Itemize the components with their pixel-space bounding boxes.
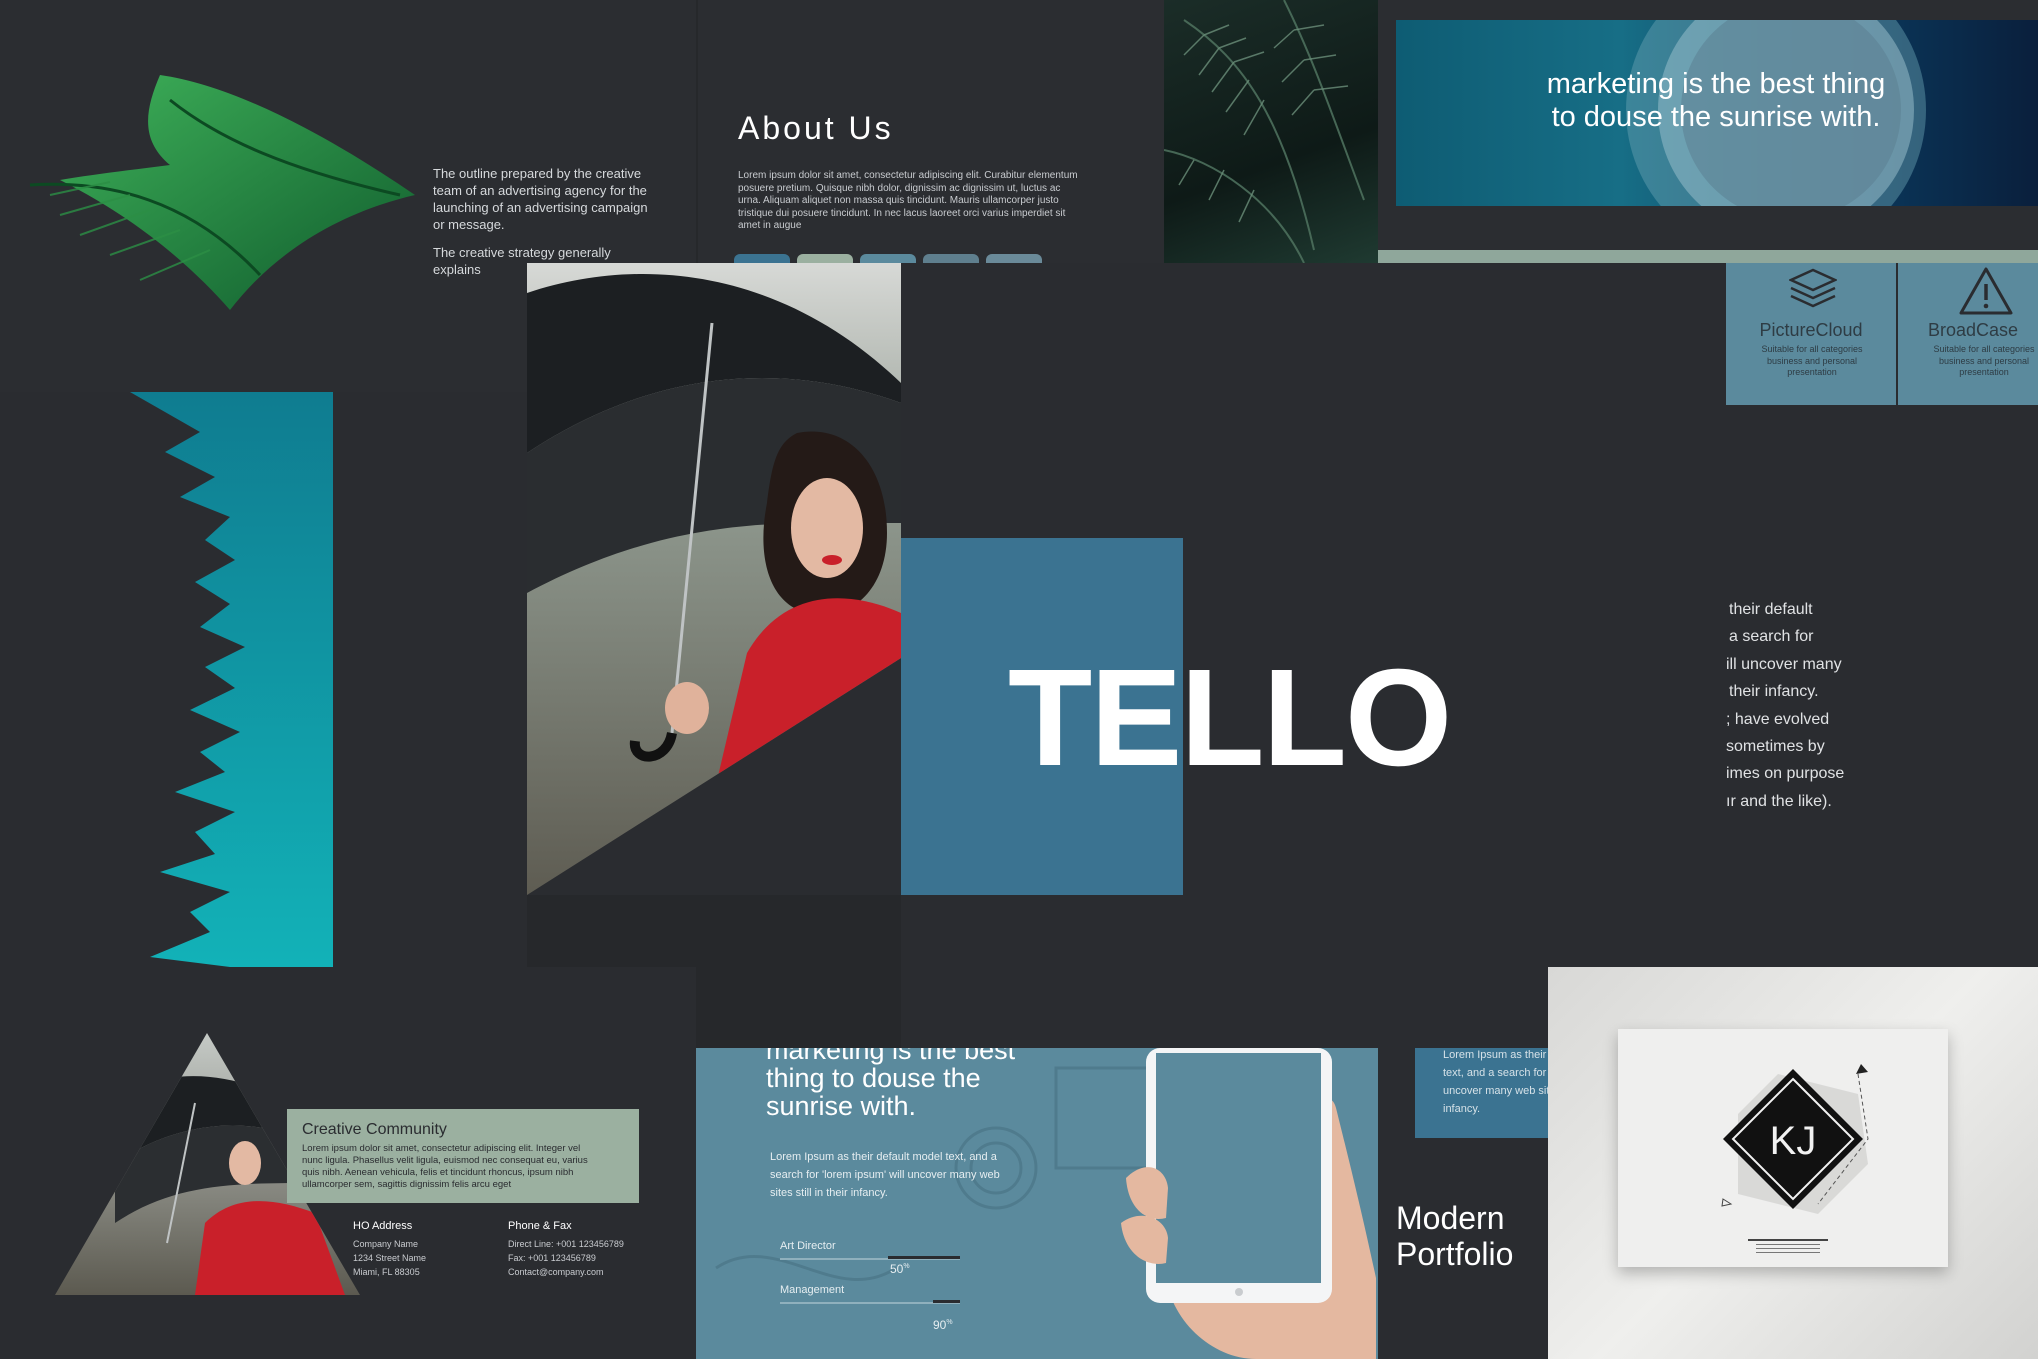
right-line-1: their default — [1729, 601, 1813, 618]
skill-row-art-director: Art Director 50% — [780, 1240, 1000, 1276]
right-paragraph: their default a search for ill uncover m… — [1726, 596, 2026, 815]
woman-with-umbrella-image — [527, 263, 901, 895]
monogram-text: KJ — [1770, 1119, 1817, 1163]
right-line-3: ill uncover many — [1726, 655, 1842, 673]
skills-body: Lorem Ipsum as their default model text,… — [770, 1151, 1000, 1199]
logo-card-caption-lines — [1748, 1239, 1828, 1253]
teal-brush-slide — [0, 392, 527, 967]
feature-title-broadcase: BroadCase — [1928, 320, 2019, 340]
skill-label-art-director: Art Director — [780, 1240, 836, 1252]
phone-title: Phone & Fax — [508, 1220, 572, 1232]
skill-value-art-director: 50% — [890, 1262, 910, 1276]
feature-desc-picturecloud: Suitable for all categories business and… — [1761, 344, 1863, 377]
caption-line-2 — [1756, 1244, 1820, 1245]
skill-row-management: Management 90% — [780, 1284, 1000, 1332]
about-us-body: Lorem ipsum dolor sit amet, consectetur … — [738, 170, 1078, 231]
swatch-2 — [797, 254, 853, 263]
title-slide: TELLO — [901, 263, 1726, 1048]
fern-leaves-image — [1164, 0, 1365, 263]
skill-value-unit: % — [946, 1319, 953, 1326]
about-us-slide: About Us Lorem ipsum dolor sit amet, con… — [698, 0, 1164, 263]
logo-card-slide: KJ — [1548, 967, 2038, 1359]
skill-fill-management — [933, 1300, 960, 1303]
right-line-8: ır and the like). — [1726, 792, 1832, 810]
address-line-2: 1234 Street Name — [353, 1253, 427, 1263]
phone-lines: Direct Line: +001 123456789 Fax: +001 12… — [508, 1237, 624, 1279]
right-text-slide: PictureCloud Suitable for all categories… — [1726, 263, 2038, 967]
feature-title-picturecloud: PictureCloud — [1759, 320, 1863, 340]
leaf-brush-image — [29, 75, 415, 310]
portfolio-title-line-2: Portfolio — [1396, 1236, 1514, 1272]
hand-holding-phone-image — [1121, 1048, 1376, 1359]
fern-photo — [1164, 0, 1378, 263]
community-card: Creative Community Lorem ipsum dolor sit… — [287, 1109, 639, 1203]
skill-value-number: 90 — [933, 1318, 947, 1332]
skill-label-management: Management — [780, 1284, 845, 1296]
speaker-banner: marketing is the best thing to douse the… — [1396, 20, 2038, 206]
skill-value-unit: % — [903, 1263, 910, 1270]
portfolio-title-line-1: Modern — [1396, 1200, 1505, 1236]
address-line-1: Company Name — [353, 1239, 419, 1249]
leaf-slide-paragraph-1: The outline prepared by the creative tea… — [433, 166, 648, 232]
banner-slide: marketing is the best thing to douse the… — [1378, 0, 2038, 263]
caption-line-1 — [1748, 1239, 1828, 1241]
address-title: HO Address — [353, 1220, 413, 1232]
skills-quote-top: marketing is the best — [766, 1048, 1016, 1065]
banner-quote: marketing is the best thing to douse the… — [1546, 68, 1886, 133]
skill-fill-art-director — [888, 1256, 960, 1259]
skill-value-management: 90% — [933, 1318, 953, 1332]
right-line-5: ; have evolved — [1726, 710, 1830, 728]
logo-card: KJ — [1618, 1029, 1948, 1267]
right-line-4: their infancy. — [1729, 683, 1819, 701]
caption-line-3 — [1756, 1248, 1820, 1249]
kj-monogram-logo: KJ — [1721, 1064, 1869, 1214]
swatch-5 — [986, 254, 1042, 263]
phone-line-2: Fax: +001 123456789 — [508, 1253, 596, 1263]
address-line-3: Miami, FL 88305 — [353, 1267, 420, 1277]
phone-line-3: Contact@company.com — [508, 1267, 604, 1277]
phone-line-1: Direct Line: +001 123456789 — [508, 1239, 624, 1249]
caption-line-4 — [1756, 1252, 1820, 1253]
right-line-7: imes on purpose — [1726, 765, 1845, 783]
right-line-2: a search for — [1729, 628, 1814, 646]
swatch-4 — [923, 254, 979, 263]
feature-broadcase: BroadCase Suitable for all categories bu… — [1898, 263, 2038, 405]
swatch-1 — [734, 254, 790, 263]
address-lines: Company Name 1234 Street Name Miami, FL … — [353, 1237, 426, 1279]
right-line-6: sometimes by — [1726, 738, 1825, 756]
skills-quote-rest: thing to douse the sunrise with. — [766, 1063, 981, 1121]
main-title: TELLO — [1008, 641, 1452, 795]
feature-desc-broadcase: Suitable for all categories business and… — [1933, 344, 2035, 377]
layers-icon — [1789, 268, 1837, 308]
about-us-heading: About Us — [738, 110, 894, 146]
community-body: Lorem ipsum dolor sit amet, consectetur … — [302, 1143, 588, 1190]
umbrella-photo-slide — [527, 263, 901, 895]
feature-picturecloud: PictureCloud Suitable for all categories… — [1726, 263, 1896, 405]
skills-slide: marketing is the best thing to douse the… — [696, 1048, 1378, 1359]
contact-slide: Creative Community Lorem ipsum dolor sit… — [0, 967, 696, 1359]
warning-icon — [1959, 267, 2013, 315]
community-heading: Creative Community — [302, 1121, 447, 1138]
skill-value-number: 50 — [890, 1262, 904, 1276]
teal-brush-stroke — [130, 392, 333, 967]
banner-footer-stripe — [1378, 250, 2038, 263]
swatch-3 — [860, 254, 916, 263]
